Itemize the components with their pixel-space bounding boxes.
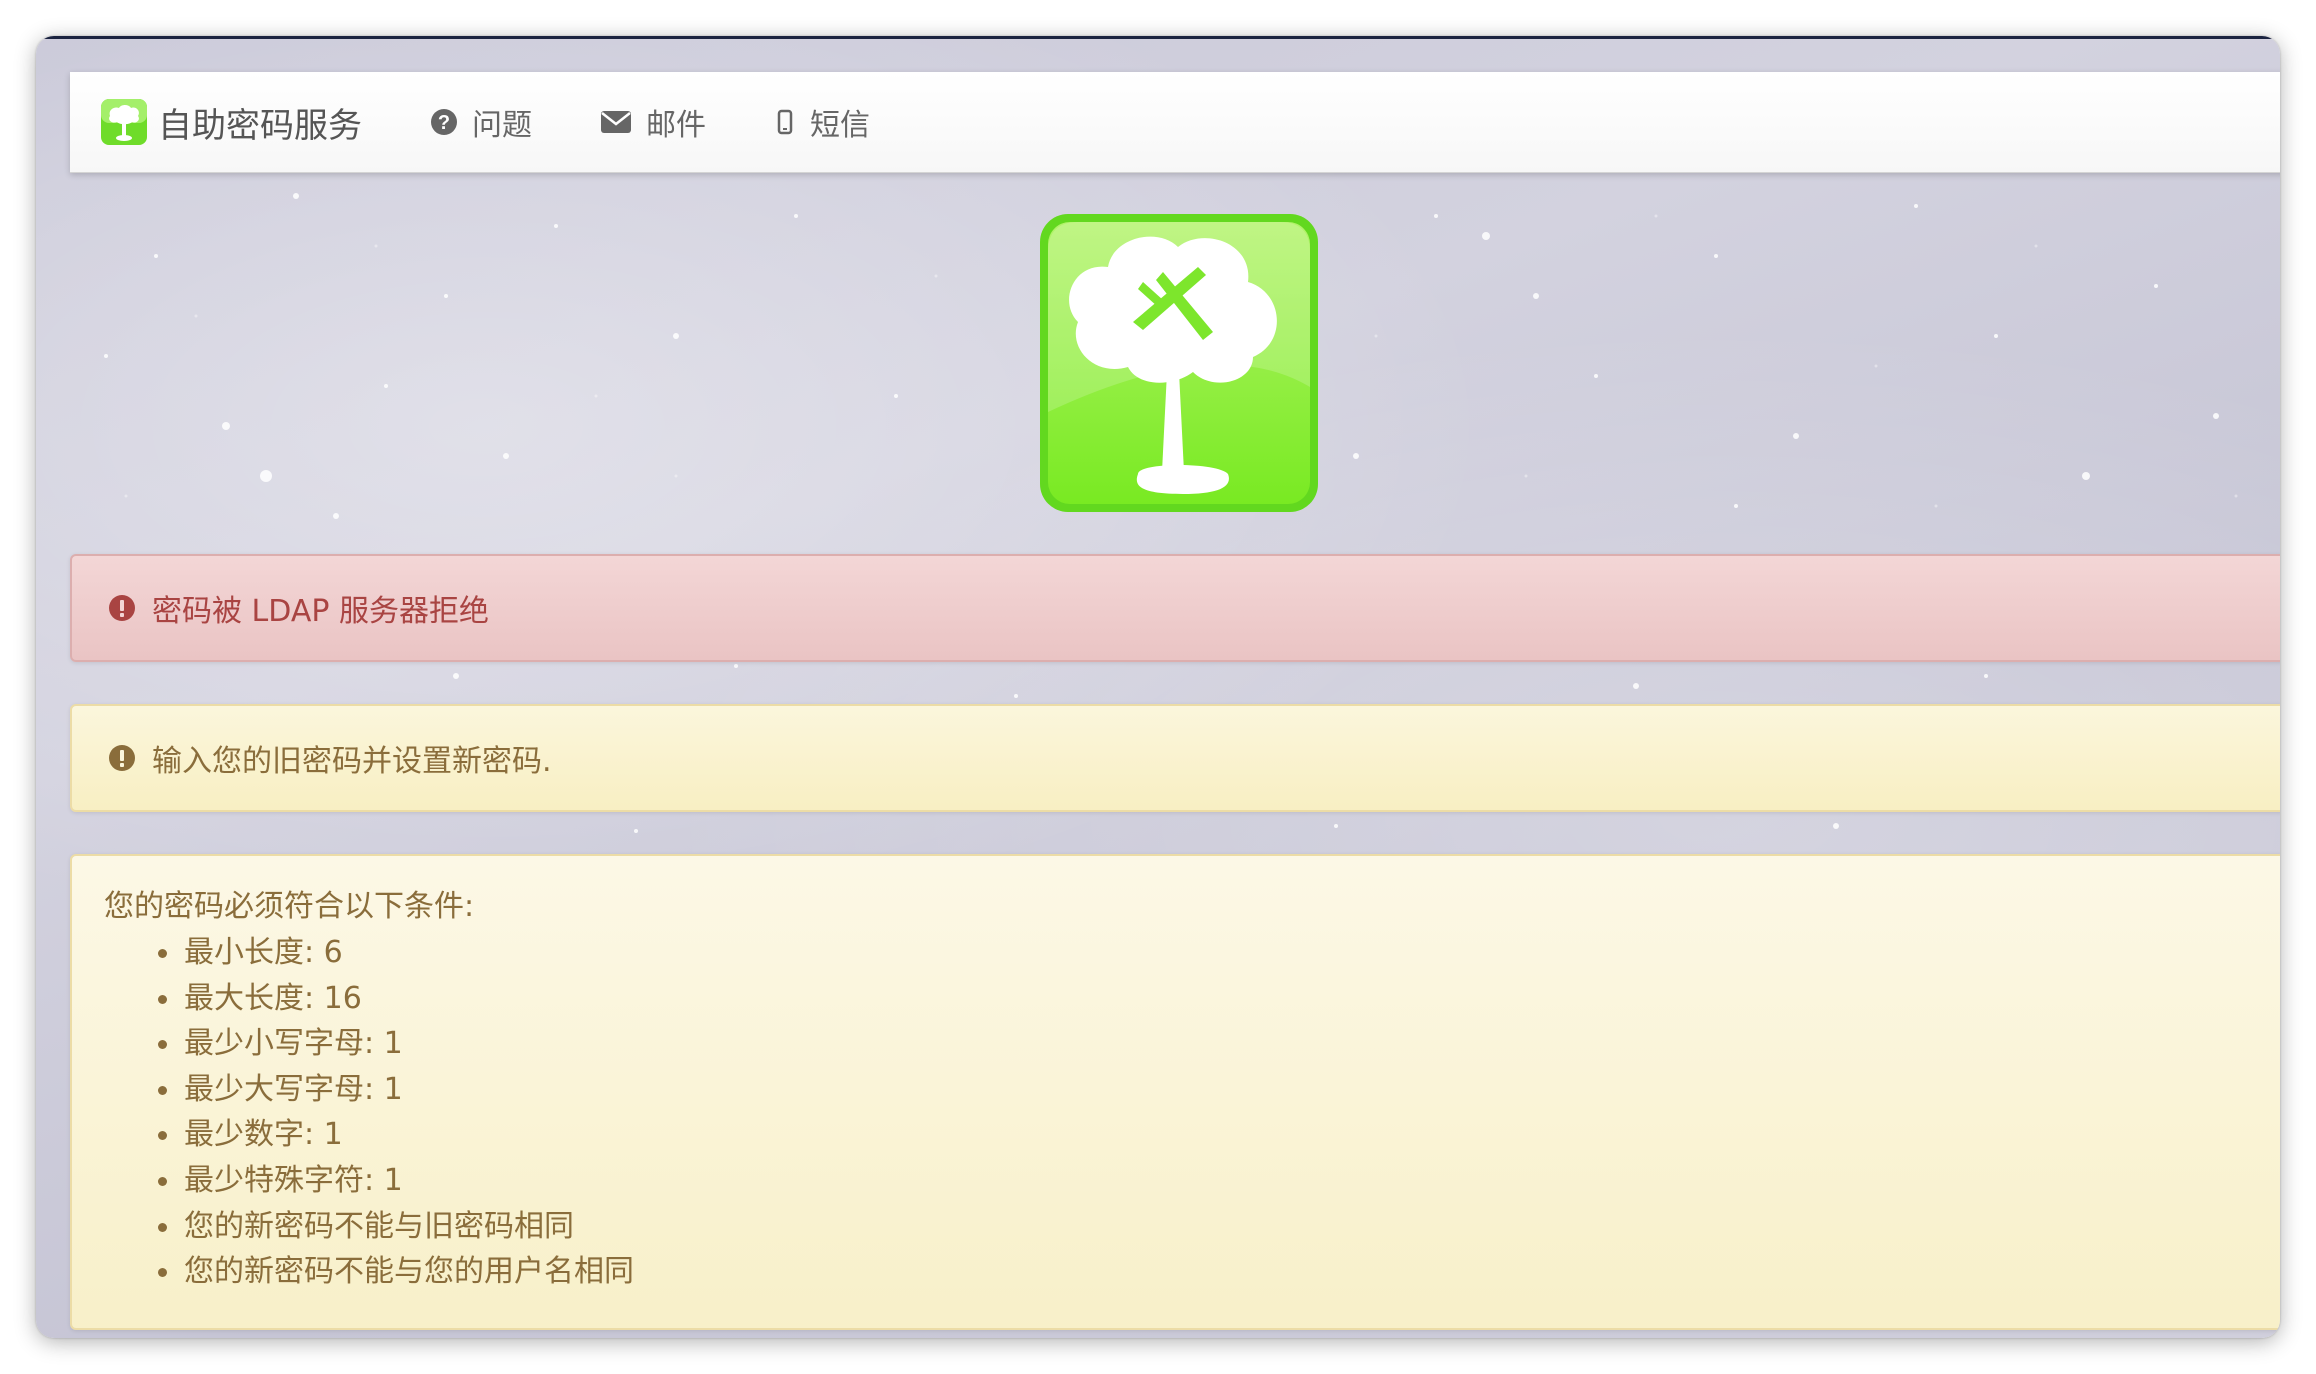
policy-rule: 最少数字: 1 <box>158 1112 2280 1158</box>
exclamation-circle-icon <box>108 744 136 772</box>
info-alert: 输入您的旧密码并设置新密码. <box>70 704 2280 812</box>
brand-link[interactable]: 自助密码服务 <box>100 98 362 147</box>
browser-window: 自助密码服务 ? 问题 邮件 短信 密码被 LDAP 服务器拒绝 输入您的旧密码… <box>36 36 2280 1338</box>
policy-rule: 最大长度: 16 <box>158 976 2280 1022</box>
brand-title: 自助密码服务 <box>158 105 362 146</box>
exclamation-circle-icon <box>108 594 136 622</box>
tree-logo-icon <box>101 99 147 145</box>
nav-item-email[interactable]: 邮件 <box>600 100 706 144</box>
envelope-icon <box>600 109 632 135</box>
nav-item-sms[interactable]: 短信 <box>774 100 870 144</box>
policy-rule: 您的新密码不能与您的用户名相同 <box>158 1249 2280 1295</box>
top-navbar: 自助密码服务 ? 问题 邮件 短信 <box>70 72 2280 173</box>
nav-item-label: 问题 <box>472 108 532 143</box>
nav-item-label: 短信 <box>810 108 870 143</box>
policy-rules-list: 最小长度: 6 最大长度: 16 最少小写字母: 1 最少大写字母: 1 最少数… <box>104 930 2280 1295</box>
question-circle-icon: ? <box>430 108 458 136</box>
policy-rule: 最少大写字母: 1 <box>158 1067 2280 1113</box>
svg-text:?: ? <box>438 112 450 134</box>
nav-item-label: 邮件 <box>646 108 706 143</box>
policy-rule: 最少特殊字符: 1 <box>158 1158 2280 1204</box>
nav-menu: ? 问题 邮件 短信 <box>430 100 870 144</box>
policy-rule: 最小长度: 6 <box>158 930 2280 976</box>
policy-rule: 最少小写字母: 1 <box>158 1021 2280 1067</box>
error-alert: 密码被 LDAP 服务器拒绝 <box>70 554 2280 662</box>
policy-title: 您的密码必须符合以下条件: <box>104 889 475 924</box>
error-alert-text: 密码被 LDAP 服务器拒绝 <box>152 594 489 629</box>
mobile-phone-icon <box>774 108 796 136</box>
tree-wrench-logo <box>1040 214 1318 512</box>
policy-rule: 您的新密码不能与旧密码相同 <box>158 1204 2280 1250</box>
password-policy-box: 您的密码必须符合以下条件: 最小长度: 6 最大长度: 16 最少小写字母: 1… <box>70 854 2280 1330</box>
nav-item-question[interactable]: ? 问题 <box>430 100 532 144</box>
info-alert-text: 输入您的旧密码并设置新密码. <box>152 744 552 779</box>
